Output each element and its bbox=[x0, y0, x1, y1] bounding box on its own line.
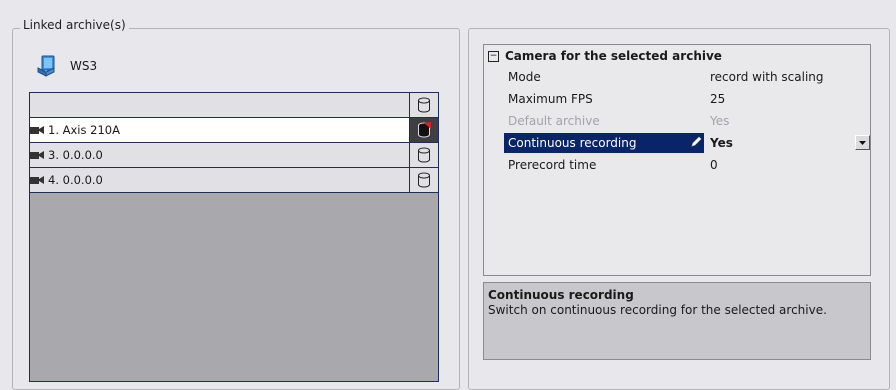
property-row-mode[interactable]: Mode record with scaling bbox=[484, 67, 870, 89]
property-name: Mode bbox=[508, 70, 541, 84]
property-value[interactable]: 25 bbox=[710, 92, 725, 106]
archive-recording-icon bbox=[418, 122, 431, 138]
archive-cylinder-icon bbox=[418, 147, 430, 163]
camera-icon bbox=[30, 126, 44, 134]
linked-archives-legend: Linked archive(s) bbox=[20, 18, 129, 32]
property-description-panel: Continuous recording Switch on continuou… bbox=[483, 282, 871, 360]
property-row-continuous-recording[interactable]: Continuous recording Yes bbox=[484, 133, 870, 155]
property-value[interactable]: Yes bbox=[710, 136, 733, 150]
table-row[interactable]: 4. 0.0.0.0 bbox=[30, 168, 438, 193]
property-row-prerecord-time[interactable]: Prerecord time 0 bbox=[484, 155, 870, 177]
archive-camera-table: 1. Axis 210A 3. 0.0.0.0 4. 0.0.0.0 bbox=[29, 92, 439, 382]
server-computer-icon bbox=[37, 55, 55, 77]
archive-toggle-cell[interactable] bbox=[409, 118, 438, 142]
table-row-label: 1. Axis 210A bbox=[48, 123, 120, 137]
archive-toggle-cell[interactable] bbox=[409, 168, 438, 192]
property-name: Continuous recording bbox=[508, 136, 637, 150]
table-row-label: 4. 0.0.0.0 bbox=[48, 173, 103, 187]
description-text: Switch on continuous recording for the s… bbox=[488, 303, 827, 317]
description-title: Continuous recording bbox=[488, 288, 634, 302]
category-title: Camera for the selected archive bbox=[505, 49, 722, 63]
archive-toggle-cell[interactable] bbox=[409, 143, 438, 167]
archive-column-header[interactable] bbox=[409, 93, 438, 117]
server-name: WS3 bbox=[70, 59, 98, 73]
pencil-icon bbox=[691, 136, 702, 147]
camera-icon bbox=[30, 151, 44, 159]
server-node[interactable]: WS3 bbox=[36, 54, 97, 78]
property-row-max-fps[interactable]: Maximum FPS 25 bbox=[484, 89, 870, 111]
property-value: Yes bbox=[710, 114, 730, 128]
category-header[interactable]: − Camera for the selected archive bbox=[484, 45, 870, 67]
property-value[interactable]: 0 bbox=[710, 158, 718, 172]
chevron-down-icon bbox=[859, 140, 866, 145]
camera-icon bbox=[30, 176, 44, 184]
table-row[interactable]: 1. Axis 210A bbox=[30, 118, 438, 143]
property-value[interactable]: record with scaling bbox=[710, 70, 824, 84]
property-row-default-archive: Default archive Yes bbox=[484, 111, 870, 133]
property-name: Prerecord time bbox=[508, 158, 597, 172]
property-grid: − Camera for the selected archive Mode r… bbox=[483, 44, 871, 276]
collapse-icon[interactable]: − bbox=[488, 50, 499, 62]
property-name: Maximum FPS bbox=[508, 92, 593, 106]
archive-cylinder-icon bbox=[418, 172, 430, 188]
table-row[interactable]: 3. 0.0.0.0 bbox=[30, 143, 438, 168]
table-header-row bbox=[30, 93, 438, 118]
table-row-label: 3. 0.0.0.0 bbox=[48, 148, 103, 162]
dropdown-button[interactable] bbox=[855, 135, 870, 150]
archive-cylinder-icon bbox=[418, 97, 430, 113]
property-name: Default archive bbox=[508, 114, 600, 128]
